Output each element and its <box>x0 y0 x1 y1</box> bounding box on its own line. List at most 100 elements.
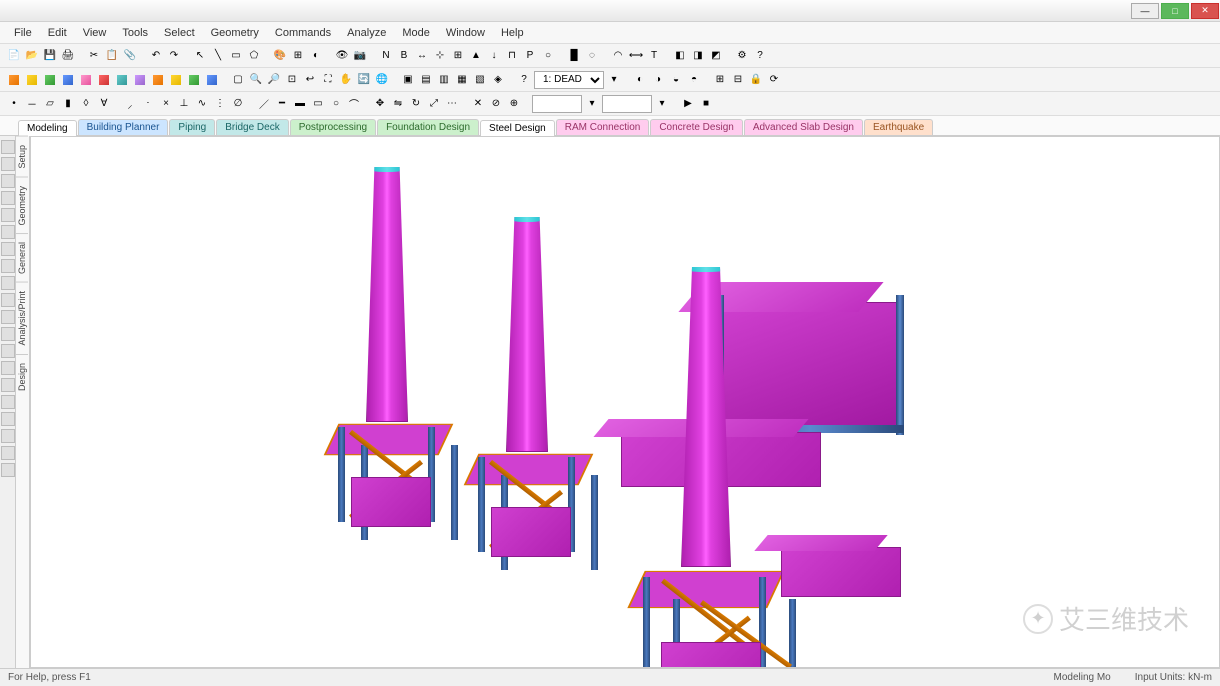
move-icon[interactable]: ✥ <box>372 96 388 112</box>
menu-window[interactable]: Window <box>440 25 491 41</box>
result-a-icon[interactable]: ◐ <box>632 72 648 88</box>
dock-tool-icon[interactable] <box>1 174 15 188</box>
display-b-icon[interactable]: ⊟ <box>730 72 746 88</box>
dock-tool-icon[interactable] <box>1 361 15 375</box>
load-case-dropdown[interactable]: 1: DEAD <box>534 71 604 89</box>
load-icon[interactable]: ↓ <box>486 48 502 64</box>
zoom-in-icon[interactable]: 🔍 <box>248 72 264 88</box>
dock-tool-icon[interactable] <box>1 344 15 358</box>
dock-tool-icon[interactable] <box>1 259 15 273</box>
snap-near-icon[interactable]: ∿ <box>194 96 210 112</box>
menu-file[interactable]: File <box>8 25 38 41</box>
tool-c-icon[interactable]: ◩ <box>708 48 724 64</box>
result-b-icon[interactable]: ◑ <box>650 72 666 88</box>
dock-tool-icon[interactable] <box>1 429 15 443</box>
filter-surface-icon[interactable]: ◊ <box>78 96 94 112</box>
dock-tool-icon[interactable] <box>1 378 15 392</box>
display-a-icon[interactable]: ⊞ <box>712 72 728 88</box>
zoom-window-icon[interactable]: ⊡ <box>284 72 300 88</box>
menu-geometry[interactable]: Geometry <box>205 25 265 41</box>
tab-steel-design[interactable]: Steel Design <box>480 120 555 136</box>
mirror-icon[interactable]: ⇋ <box>390 96 406 112</box>
dock-tool-icon[interactable] <box>1 242 15 256</box>
menu-analyze[interactable]: Analyze <box>341 25 392 41</box>
view-front-icon[interactable]: ▣ <box>400 72 416 88</box>
draw-plate-icon[interactable]: ▬ <box>292 96 308 112</box>
vtab-design[interactable]: Design <box>16 354 28 399</box>
filter-solid-icon[interactable]: ▮ <box>60 96 76 112</box>
snap-none-icon[interactable]: ∅ <box>230 96 246 112</box>
tab-building-planner[interactable]: Building Planner <box>78 119 169 135</box>
break-icon[interactable]: ⊘ <box>488 96 504 112</box>
dock-tool-icon[interactable] <box>1 208 15 222</box>
grid-icon[interactable]: ⊞ <box>450 48 466 64</box>
delete-icon[interactable]: ✕ <box>470 96 486 112</box>
fill-icon[interactable]: █ <box>566 48 582 64</box>
draw-rect-icon[interactable]: ▭ <box>310 96 326 112</box>
orbit-icon[interactable]: 🌐 <box>374 72 390 88</box>
tab-concrete-design[interactable]: Concrete Design <box>650 119 742 135</box>
menu-tools[interactable]: Tools <box>116 25 154 41</box>
vtab-analysis[interactable]: Analysis/Print <box>16 282 28 354</box>
snap-mid-icon[interactable]: ⋅ <box>140 96 156 112</box>
select-plate-icon[interactable] <box>42 72 58 88</box>
zoom-out-icon[interactable]: 🔎 <box>266 72 282 88</box>
redo-icon[interactable]: ↷ <box>166 48 182 64</box>
pan-icon[interactable]: ✋ <box>338 72 354 88</box>
tab-ram-connection[interactable]: RAM Connection <box>556 119 650 135</box>
select-rect-icon[interactable]: ▭ <box>228 48 244 64</box>
view-top-icon[interactable]: ▧ <box>472 72 488 88</box>
chevron-down-icon[interactable]: ▾ <box>606 72 622 88</box>
wireframe-icon[interactable]: ⊞ <box>290 48 306 64</box>
close-button[interactable]: ✕ <box>1191 3 1219 19</box>
print-icon[interactable]: 🖨 <box>60 48 76 64</box>
select-load-icon[interactable] <box>114 72 130 88</box>
settings-icon[interactable]: ⚙ <box>734 48 750 64</box>
dock-tool-icon[interactable] <box>1 191 15 205</box>
copy-icon[interactable]: 📋 <box>104 48 120 64</box>
draw-line-icon[interactable]: ／ <box>256 96 272 112</box>
menu-edit[interactable]: Edit <box>42 25 73 41</box>
beam-label-icon[interactable]: B <box>396 48 412 64</box>
cut-icon[interactable]: ✂ <box>86 48 102 64</box>
dock-tool-icon[interactable] <box>1 327 15 341</box>
select-region-icon[interactable] <box>204 72 220 88</box>
property-icon[interactable]: P <box>522 48 538 64</box>
menu-view[interactable]: View <box>77 25 113 41</box>
select-arrow-icon[interactable]: ↖ <box>192 48 208 64</box>
input-field-2[interactable] <box>602 95 652 113</box>
input-field-1[interactable] <box>532 95 582 113</box>
stop-icon[interactable]: ■ <box>698 96 714 112</box>
maximize-button[interactable]: □ <box>1161 3 1189 19</box>
dock-tool-icon[interactable] <box>1 225 15 239</box>
dim-icon[interactable]: ↔ <box>414 48 430 64</box>
dock-tool-icon[interactable] <box>1 446 15 460</box>
run-icon[interactable]: ▶ <box>680 96 696 112</box>
lock-icon[interactable]: 🔒 <box>748 72 764 88</box>
vtab-geometry[interactable]: Geometry <box>16 177 28 234</box>
vtab-setup[interactable]: Setup <box>16 136 28 177</box>
node-label-icon[interactable]: N <box>378 48 394 64</box>
draw-beam-icon[interactable]: ━ <box>274 96 290 112</box>
merge-icon[interactable]: ⊕ <box>506 96 522 112</box>
support-icon[interactable]: ▲ <box>468 48 484 64</box>
dock-tool-icon[interactable] <box>1 276 15 290</box>
open-icon[interactable]: 📂 <box>24 48 40 64</box>
section-icon[interactable]: ⊓ <box>504 48 520 64</box>
dock-tool-icon[interactable] <box>1 310 15 324</box>
view-left-icon[interactable]: ▥ <box>436 72 452 88</box>
rotate-geom-icon[interactable]: ↻ <box>408 96 424 112</box>
save-icon[interactable]: 💾 <box>42 48 58 64</box>
snap-grid-icon[interactable]: ⋮ <box>212 96 228 112</box>
dock-tool-icon[interactable] <box>1 412 15 426</box>
zoom-prev-icon[interactable]: ↩ <box>302 72 318 88</box>
filter-node-icon[interactable]: • <box>6 96 22 112</box>
3d-viewport[interactable]: ✦ 艾三维技术 <box>30 136 1220 668</box>
dimension-icon[interactable]: ⟷ <box>628 48 644 64</box>
hide-icon[interactable]: ◌ <box>584 48 600 64</box>
tab-earthquake[interactable]: Earthquake <box>864 119 933 135</box>
filter-all-icon[interactable]: ∀ <box>96 96 112 112</box>
tab-advanced-slab[interactable]: Advanced Slab Design <box>744 119 863 135</box>
select-line-icon[interactable]: ╲ <box>210 48 226 64</box>
camera-icon[interactable]: 📷 <box>352 48 368 64</box>
